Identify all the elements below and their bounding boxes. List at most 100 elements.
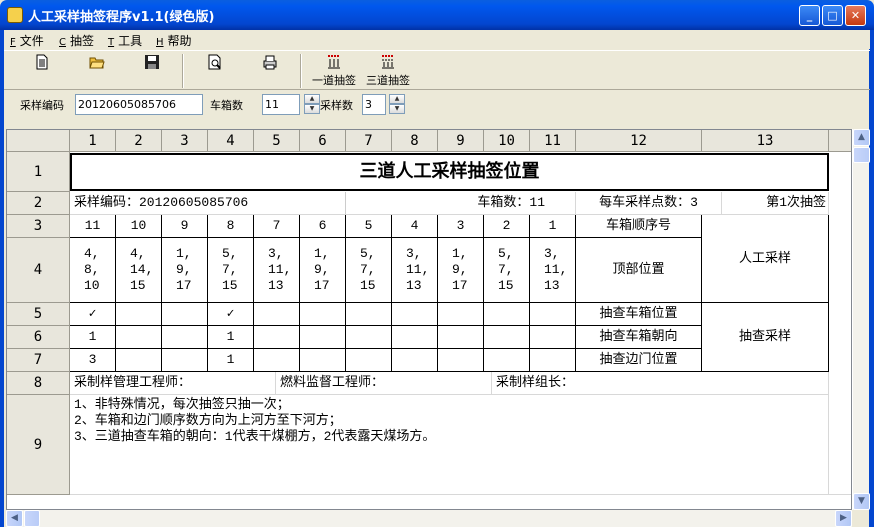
check-position-cell: ✓ (208, 303, 254, 326)
samples-input[interactable] (362, 94, 386, 115)
note-line: 1、非特殊情况，每次抽签只抽一次； (74, 397, 290, 412)
top-position-value: 7, (222, 262, 238, 277)
one-lane-label: 一道抽签 (312, 74, 356, 87)
top-position-value: 15 (130, 278, 146, 293)
one-lane-draw-button[interactable]: 一道抽签 (308, 54, 360, 88)
check-direction-cell (438, 326, 484, 349)
window-title: 人工采样抽签程序v1.1(绿色版) (28, 10, 215, 25)
info-code: 采样编码：20120605085706 (70, 192, 346, 215)
top-position-value: 5, (222, 246, 238, 261)
check-door-cell (530, 349, 576, 372)
menu-tools[interactable]: T 工具 (108, 32, 142, 49)
check-position-cell (438, 303, 484, 326)
three-lane-draw-button[interactable]: 三道抽签 (362, 54, 414, 88)
code-input[interactable] (75, 94, 203, 115)
top-position-value: 8, (84, 262, 100, 277)
horizontal-scroll-thumb[interactable] (24, 510, 40, 527)
top-position-value: 13 (268, 278, 284, 293)
top-position-value: 4, (84, 246, 100, 261)
column-header: 11 (530, 130, 576, 152)
check-door-cell (300, 349, 346, 372)
check-sampling-label: 抽查采样 (702, 303, 829, 372)
row-header: 5 (7, 303, 70, 326)
top-position-cell: 1, 9, 17 (300, 238, 346, 303)
check-door-cell (484, 349, 530, 372)
scroll-left-icon[interactable]: ◀ (6, 510, 23, 527)
save-button[interactable] (142, 54, 162, 88)
scroll-right-icon[interactable]: ▶ (835, 510, 852, 527)
check-position-label: 抽查车箱位置 (576, 303, 702, 326)
cars-spinner[interactable]: ▲ ▼ (304, 94, 320, 115)
top-position-value: 1, (452, 246, 468, 261)
top-position-value: 11, (406, 262, 430, 277)
top-position-value: 11, (544, 262, 568, 277)
new-button[interactable] (32, 54, 52, 88)
spin-down-icon[interactable]: ▼ (304, 104, 320, 114)
row-header: 9 (7, 395, 70, 495)
check-door-cell (438, 349, 484, 372)
top-position-cell: 4, 8, 10 (70, 238, 116, 303)
maximize-button[interactable]: □ (822, 5, 843, 26)
menu-bar: F 文件 C 抽签 T 工具 H 帮助 (4, 30, 870, 49)
car-order-cell: 11 (70, 215, 116, 238)
menu-draw[interactable]: C 抽签 (59, 32, 94, 49)
top-position-label: 顶部位置 (576, 238, 702, 303)
top-position-value: 11, (268, 262, 292, 277)
car-order-cell: 5 (346, 215, 392, 238)
toolbar-separator (182, 54, 184, 88)
vertical-scroll-thumb[interactable] (853, 147, 870, 163)
column-header: 6 (300, 130, 346, 152)
cars-input[interactable] (262, 94, 300, 115)
vertical-scrollbar[interactable]: ▲ ▼ (852, 129, 870, 510)
top-position-value: 1, (176, 246, 192, 261)
code-label: 采样编码 (20, 99, 64, 112)
top-position-cell: 3, 11, 13 (254, 238, 300, 303)
app-icon (7, 7, 23, 23)
close-button[interactable]: ✕ (845, 5, 866, 26)
cars-label: 车箱数 (210, 99, 243, 112)
car-order-cell: 1 (530, 215, 576, 238)
top-position-value: 13 (544, 278, 560, 293)
fuel-signature: 燃料监督工程师： (276, 372, 492, 395)
check-door-cell: 3 (70, 349, 116, 372)
column-header: 4 (208, 130, 254, 152)
scroll-down-icon[interactable]: ▼ (853, 493, 870, 510)
car-order-cell: 8 (208, 215, 254, 238)
top-position-value: 17 (452, 278, 468, 293)
title-bar: 人工采样抽签程序v1.1(绿色版) _ □ ✕ (0, 0, 874, 30)
top-position-cell: 5, 7, 15 (346, 238, 392, 303)
sheet-title: 三道人工采样抽签位置 (70, 153, 829, 191)
spin-down-icon[interactable]: ▼ (389, 104, 405, 114)
column-header: 8 (392, 130, 438, 152)
open-button[interactable] (86, 54, 108, 88)
note-line: 3、三道抽查车箱的朝向：1代表干煤棚方，2代表露天煤场方。 (74, 429, 436, 444)
column-header: 5 (254, 130, 300, 152)
samples-spinner[interactable]: ▲ ▼ (389, 94, 405, 115)
engineer-signature: 采制样管理工程师： (70, 372, 276, 395)
info-cars: 车箱数：11 (346, 192, 576, 215)
row-header: 7 (7, 349, 70, 372)
check-direction-cell (254, 326, 300, 349)
horizontal-scrollbar[interactable]: ◀ ▶ (6, 510, 852, 527)
spin-up-icon[interactable]: ▲ (304, 94, 320, 104)
top-position-value: 3, (406, 246, 422, 261)
scroll-up-icon[interactable]: ▲ (853, 129, 870, 146)
new-document-icon (36, 54, 48, 70)
check-direction-cell (300, 326, 346, 349)
toolbar: 一道抽签 三道抽签 (4, 50, 870, 90)
preview-button[interactable] (204, 54, 226, 88)
top-position-value: 14, (130, 262, 154, 277)
check-door-cell (162, 349, 208, 372)
menu-help[interactable]: H 帮助 (156, 32, 192, 49)
spreadsheet-grid[interactable]: 1 2 3 4 5 6 7 8 9 10 11 12 13 1 2 3 4 5 6 7 8 9 三道人工采样抽签位置 采样编码… (6, 129, 852, 510)
print-button[interactable] (259, 54, 281, 88)
column-header: 3 (162, 130, 208, 152)
column-header: 2 (116, 130, 162, 152)
top-position-value: 13 (406, 278, 422, 293)
minimize-button[interactable]: _ (799, 5, 820, 26)
row-header: 8 (7, 372, 70, 395)
spin-up-icon[interactable]: ▲ (389, 94, 405, 104)
menu-file[interactable]: F 文件 (10, 32, 44, 49)
top-position-value: 17 (176, 278, 192, 293)
check-position-cell: ✓ (70, 303, 116, 326)
